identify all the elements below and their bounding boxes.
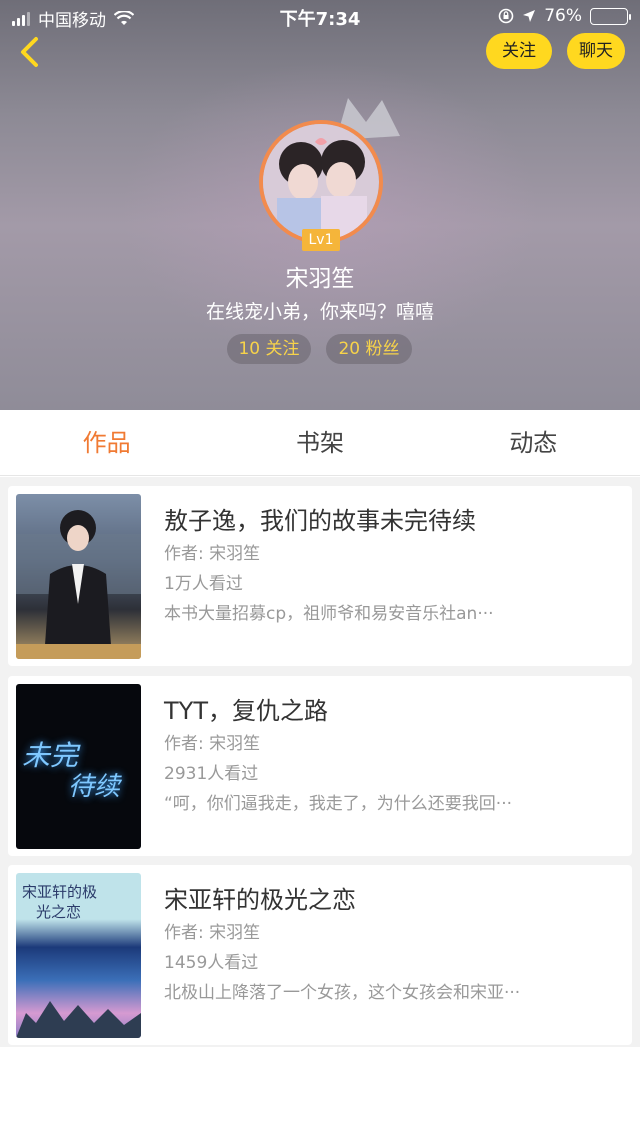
book-views: 1万人看过 [164,574,243,594]
book-description: 本书大量招募cp，祖师爷和易安音乐社an··· [164,604,494,624]
cover-text: 光之恋 [36,903,82,921]
following-count-button[interactable]: 10 关注 [227,334,311,364]
follow-button[interactable]: 关注 [486,33,552,69]
list-item[interactable]: 敖子逸，我们的故事未完待续 作者: 宋羽笙 1万人看过 本书大量招募cp，祖师爷… [8,486,632,666]
cover-image [16,510,141,659]
works-list: 敖子逸，我们的故事未完待续 作者: 宋羽笙 1万人看过 本书大量招募cp，祖师爷… [0,477,640,1047]
fans-count-button[interactable]: 20 粉丝 [326,334,412,364]
book-views: 1459人看过 [164,953,259,973]
cover-text: 待续 [68,772,121,802]
chat-button[interactable]: 聊天 [567,33,625,69]
battery-icon [590,7,631,25]
battery-percent: 76% [544,6,582,26]
rotation-lock-icon [498,8,514,24]
avatar[interactable] [259,120,383,244]
book-cover: 宋亚轩的极 光之恋 [16,873,141,1038]
list-item[interactable]: 宋亚轩的极 光之恋 宋亚轩的极光之恋 作者: 宋羽笙 1459人看过 北极山上降… [8,865,632,1045]
book-author: 作者: 宋羽笙 [164,923,261,943]
book-title: 宋亚轩的极光之恋 [164,886,356,914]
chevron-left-icon [21,37,38,67]
username: 宋羽笙 [285,266,355,292]
tab-works[interactable]: 作品 [0,410,213,475]
book-views: 2931人看过 [164,764,259,784]
level-badge: Lv1 [302,229,340,251]
avatar-image [263,124,379,240]
tab-bookshelf[interactable]: 书架 [213,410,426,475]
book-title: 敖子逸，我们的故事未完待续 [164,507,476,535]
user-bio: 在线宠小弟，你来吗？嘻嘻 [205,301,434,323]
profile-tabs: 作品 书架 动态 [0,410,640,476]
tab-activity[interactable]: 动态 [427,410,640,475]
profile-header: 中国移动 下午7:34 76% 关注 聊天 Lv1 宋羽笙 在线宠小弟，你来吗？… [0,0,640,410]
book-cover [16,494,141,659]
page-footer-space [0,1047,640,1138]
location-icon [523,10,536,22]
list-item[interactable]: 未完 待续 TYT，复仇之路 作者: 宋羽笙 2931人看过 “呵，你们逼我走，… [8,676,632,856]
book-title: TYT，复仇之路 [164,697,328,725]
book-description: 北极山上降落了一个女孩，这个女孩会和宋亚··· [164,983,521,1003]
cover-image [16,1001,141,1038]
book-author: 作者: 宋羽笙 [164,544,261,564]
status-bar: 中国移动 下午7:34 76% [0,0,640,34]
book-cover: 未完 待续 [16,684,141,849]
book-author: 作者: 宋羽笙 [164,734,261,754]
cover-text: 宋亚轩的极 [22,883,98,901]
book-description: “呵，你们逼我走，我走了，为什么还要我回··· [164,794,513,814]
back-button[interactable] [14,34,50,70]
